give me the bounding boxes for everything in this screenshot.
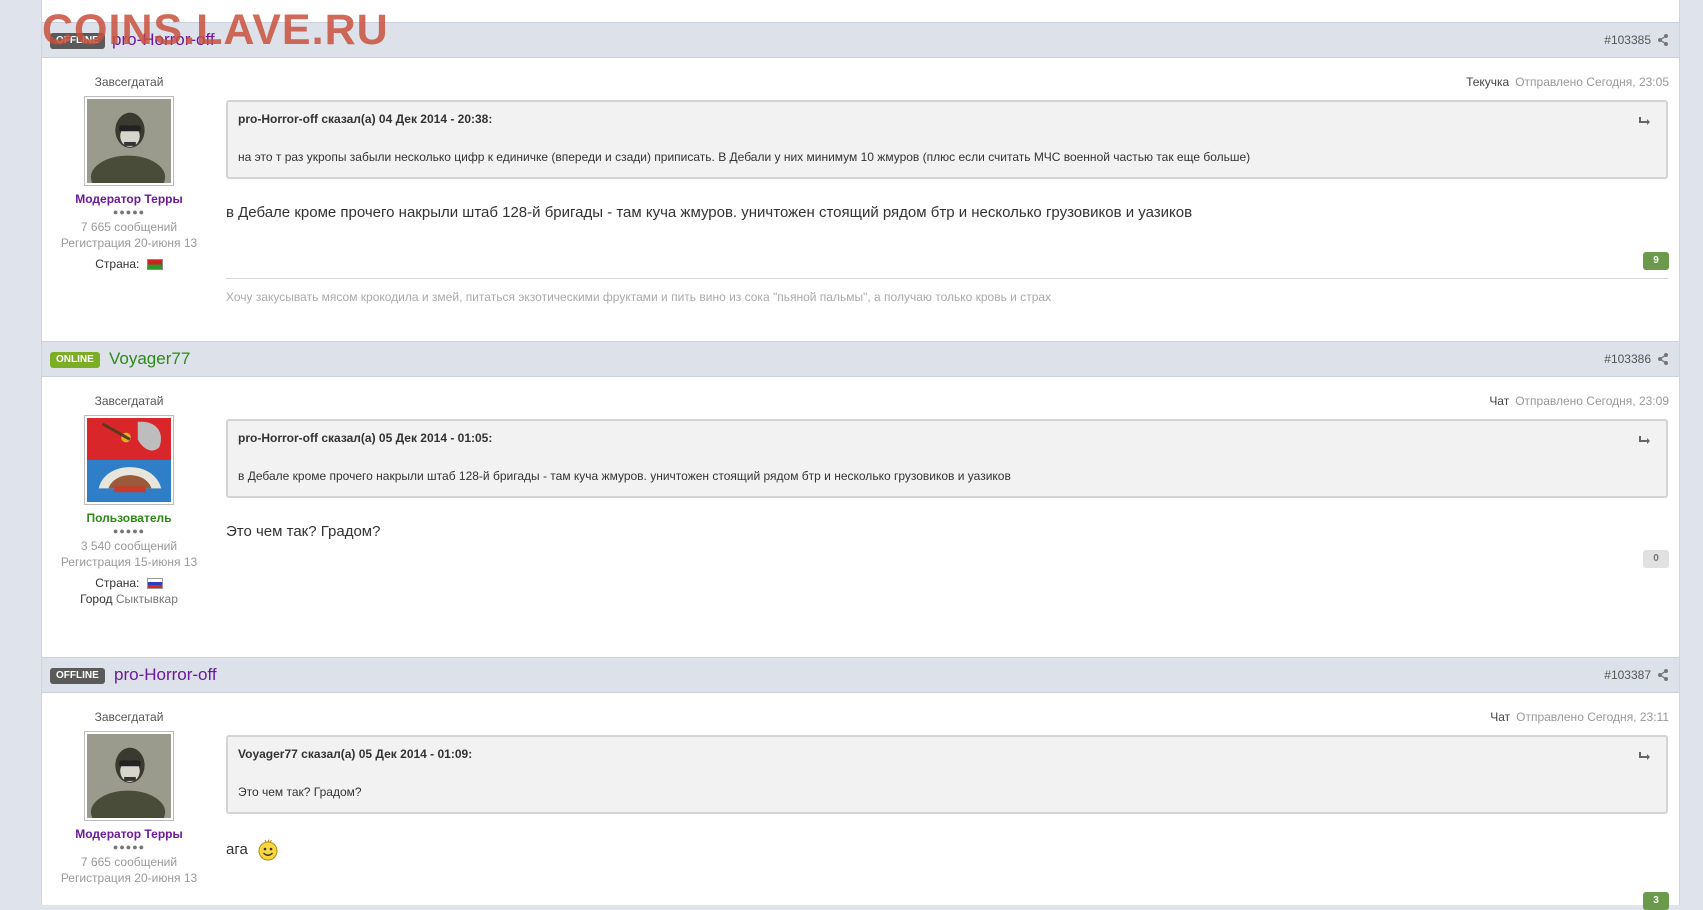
post-category: Чат <box>1490 710 1511 724</box>
watermark: COINS.LAVE.RU <box>42 6 389 54</box>
share-icon[interactable] <box>1657 668 1669 682</box>
author-info: Завсегдатай Пользователь ●●●●● 3 540 соо… <box>42 393 216 606</box>
city-field: Город Сыктывкар <box>42 592 216 606</box>
registration-date: Регистрация 20-июня 13 <box>60 236 198 250</box>
smiley-icon <box>258 839 278 861</box>
avatar[interactable] <box>84 731 174 821</box>
registration-date: Регистрация 15-июня 13 <box>60 555 198 569</box>
rank-pips: ●●●●● <box>112 842 146 852</box>
post-date: Отправлено Сегодня, 23:09 <box>1515 394 1669 408</box>
signature: Хочу закусывать мясом крокодила и змей, … <box>226 290 1052 304</box>
view-quoted-post-icon[interactable] <box>1638 751 1652 761</box>
view-quoted-post-icon[interactable] <box>1638 435 1652 445</box>
member-group: Модератор Терры <box>75 192 183 206</box>
message-count: 3 540 сообщений <box>80 539 178 553</box>
message-count: 7 665 сообщений <box>80 855 178 869</box>
country-field: Страна: <box>42 257 216 271</box>
post-category: Текучка <box>1466 75 1510 89</box>
view-quoted-post-icon[interactable] <box>1638 116 1652 126</box>
rank-pips: ●●●●● <box>112 526 146 536</box>
quote-text: в Дебале кроме прочего накрыли штаб 128-… <box>238 469 1011 483</box>
city-value: Сыктывкар <box>115 592 178 606</box>
post-number-link[interactable]: #103386 <box>1604 352 1651 366</box>
post-date: Отправлено Сегодня, 23:11 <box>1516 710 1669 724</box>
post-meta: Чат Отправлено Сегодня, 23:11 <box>1490 710 1669 724</box>
author-link[interactable]: Voyager77 <box>109 349 190 369</box>
signature-divider <box>226 278 1668 279</box>
post-header: ONLINE Voyager77 #103386 <box>42 341 1679 377</box>
member-rank: Завсегдатай <box>94 394 164 408</box>
post-body-text: ага <box>226 840 248 858</box>
quote-citation: Voyager77 сказал(а) 05 Дек 2014 - 01:09: <box>238 747 473 761</box>
reputation-badge[interactable]: 3 <box>1643 892 1669 910</box>
member-rank: Завсегдатай <box>94 75 164 89</box>
author-info: Завсегдатай Модератор Терры ●●●●● 7 665 … <box>42 74 216 271</box>
avatar[interactable] <box>84 415 174 505</box>
city-label: Город <box>80 592 113 606</box>
status-badge: OFFLINE <box>50 668 105 684</box>
post-number-link[interactable]: #103385 <box>1604 33 1651 47</box>
country-label: Страна: <box>95 576 140 590</box>
topic-posts: OFFLINE pro-Horror-off #103385 Завсегдат… <box>41 0 1680 910</box>
reputation-badge[interactable]: 9 <box>1643 252 1669 270</box>
post-header: OFFLINE pro-Horror-off #103387 <box>42 657 1679 693</box>
member-rank: Завсегдатай <box>94 710 164 724</box>
post-number-link[interactable]: #103387 <box>1604 668 1651 682</box>
quote-citation: pro-Horror-off сказал(а) 05 Дек 2014 - 0… <box>238 431 493 445</box>
post-body: Это чем так? Градом? <box>226 523 381 540</box>
quote-citation: pro-Horror-off сказал(а) 04 Дек 2014 - 2… <box>238 112 493 126</box>
share-icon[interactable] <box>1657 33 1669 47</box>
reputation-badge[interactable]: 0 <box>1643 550 1669 568</box>
quote-block: pro-Horror-off сказал(а) 05 Дек 2014 - 0… <box>226 419 1668 498</box>
avatar[interactable] <box>84 96 174 186</box>
country-field: Страна: <box>42 576 216 590</box>
rank-pips: ●●●●● <box>112 207 146 217</box>
post-meta: Текучка Отправлено Сегодня, 23:05 <box>1466 75 1669 89</box>
quote-block: pro-Horror-off сказал(а) 04 Дек 2014 - 2… <box>226 100 1668 179</box>
country-flag-icon <box>146 259 163 271</box>
message-count: 7 665 сообщений <box>80 220 178 234</box>
country-flag-icon <box>146 578 163 590</box>
country-label: Страна: <box>95 257 140 271</box>
post-body: в Дебале кроме прочего накрыли штаб 128-… <box>226 204 1193 221</box>
member-group: Пользователь <box>86 511 172 525</box>
quote-text: на это т раз укропы забыли несколько циф… <box>238 150 1251 164</box>
post-date: Отправлено Сегодня, 23:05 <box>1515 75 1669 89</box>
author-link[interactable]: pro-Horror-off <box>114 665 217 685</box>
post-category: Чат <box>1489 394 1510 408</box>
registration-date: Регистрация 20-июня 13 <box>60 871 198 885</box>
share-icon[interactable] <box>1657 352 1669 366</box>
quote-text: Это чем так? Градом? <box>238 785 362 799</box>
post-meta: Чат Отправлено Сегодня, 23:09 <box>1489 394 1669 408</box>
author-info: Завсегдатай Модератор Терры ●●●●● 7 665 … <box>42 709 216 886</box>
quote-block: Voyager77 сказал(а) 05 Дек 2014 - 01:09:… <box>226 735 1668 814</box>
post-body: ага <box>226 839 279 861</box>
member-group: Модератор Терры <box>75 827 183 841</box>
status-badge: ONLINE <box>50 352 100 368</box>
